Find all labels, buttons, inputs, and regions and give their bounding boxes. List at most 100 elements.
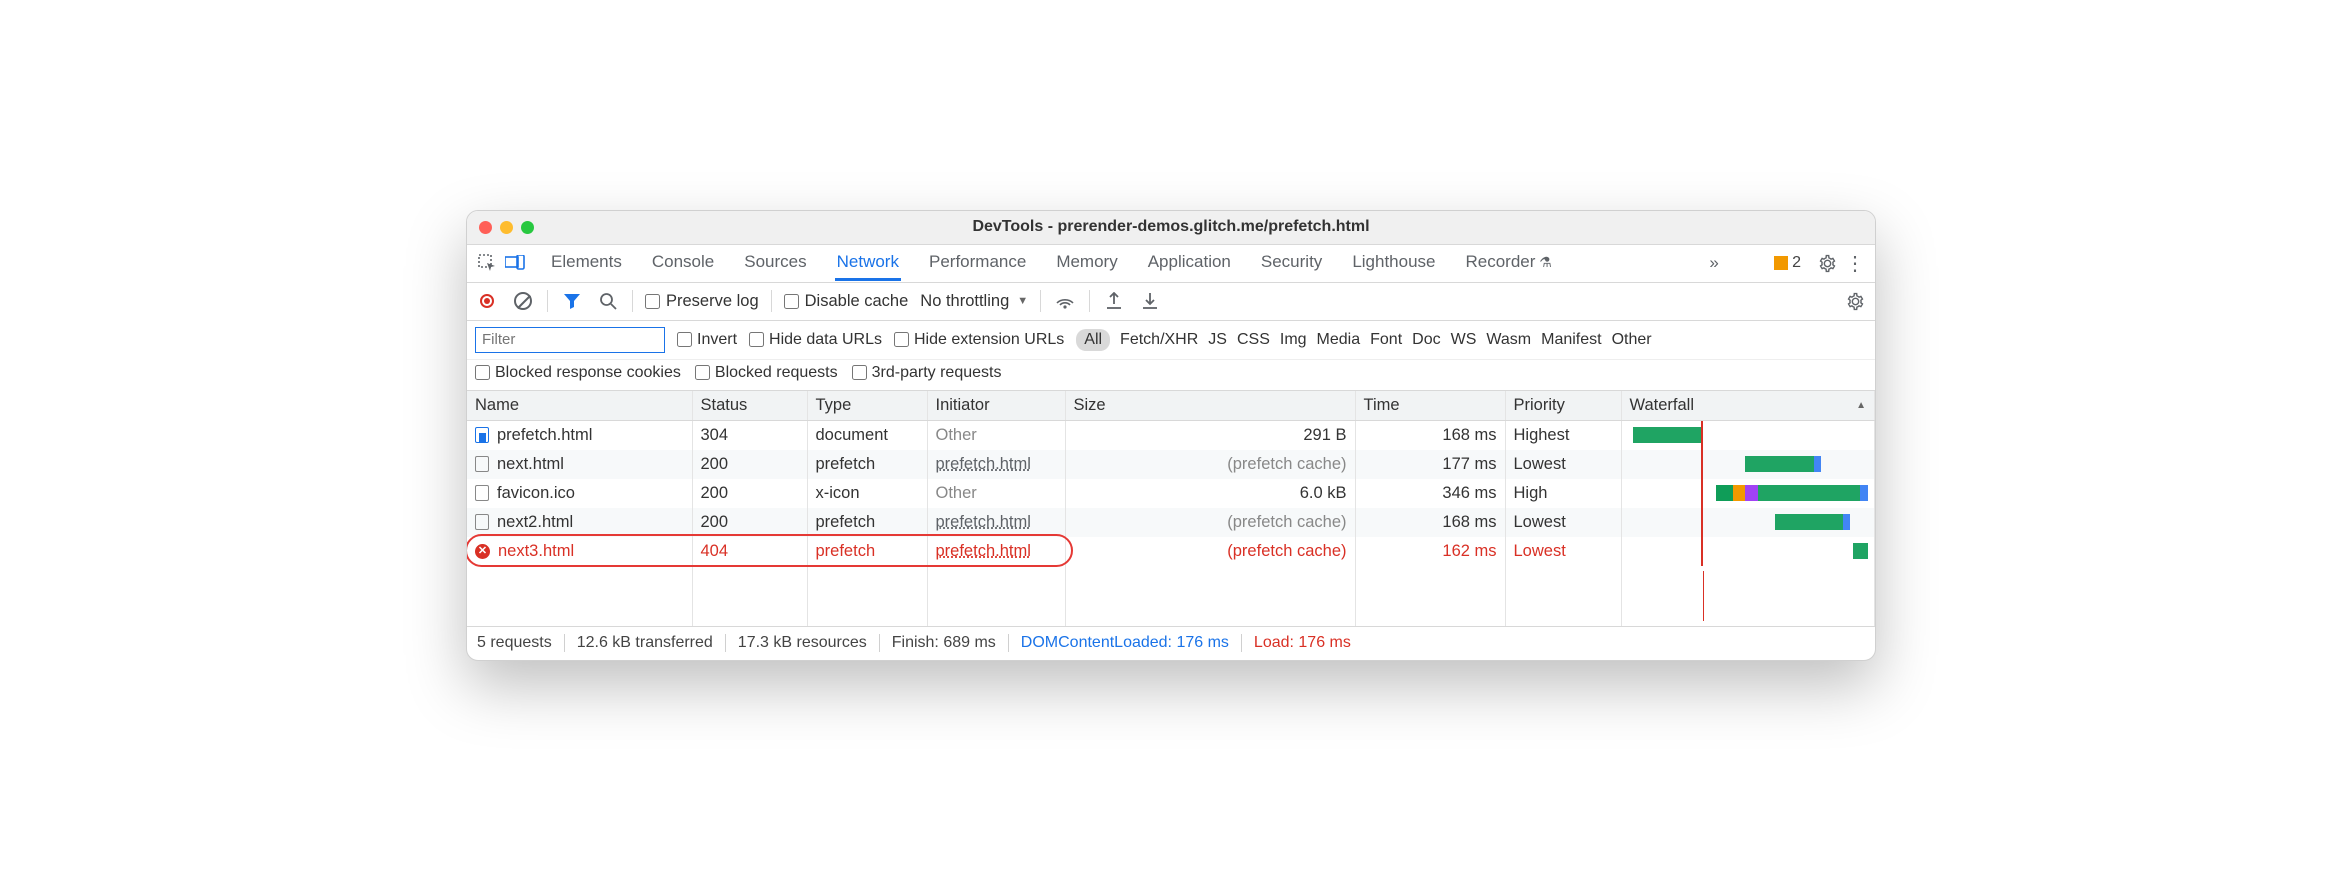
zoom-window-button[interactable] [521, 221, 534, 234]
initiator-text: Other [927, 479, 1065, 508]
waterfall-cell [1626, 537, 1871, 566]
request-size: 6.0 kB [1065, 479, 1355, 508]
request-status: 200 [692, 479, 807, 508]
table-row[interactable]: favicon.ico200x-iconOther6.0 kB346 msHig… [467, 479, 1875, 508]
network-toolbar: Preserve log Disable cache No throttling… [467, 283, 1875, 321]
settings-icon[interactable] [1815, 251, 1839, 275]
panel-tabs-row: Elements Console Sources Network Performance… [467, 245, 1875, 283]
hide-data-label: Hide data URLs [769, 331, 882, 349]
col-waterfall[interactable]: Waterfall [1621, 391, 1875, 421]
invert-label: Invert [697, 331, 737, 349]
device-toolbar-icon[interactable] [503, 251, 527, 275]
type-filter-doc[interactable]: Doc [1412, 331, 1440, 349]
more-tabs-button[interactable]: » [1702, 251, 1726, 275]
type-filter-img[interactable]: Img [1280, 331, 1307, 349]
table-row[interactable]: next2.html200prefetchprefetch.html(prefe… [467, 508, 1875, 537]
request-status: 200 [692, 508, 807, 537]
devtools-window: DevTools - prerender-demos.glitch.me/pre… [466, 210, 1876, 661]
tab-recorder[interactable]: Recorder ⚗ [1464, 245, 1554, 281]
type-filter-js[interactable]: JS [1208, 331, 1227, 349]
type-filter-wasm[interactable]: Wasm [1486, 331, 1531, 349]
file-icon [475, 485, 489, 501]
type-filter-fetchxhr[interactable]: Fetch/XHR [1120, 331, 1198, 349]
type-filter-all[interactable]: All [1076, 329, 1110, 351]
tab-sources[interactable]: Sources [742, 245, 808, 281]
third-party-checkbox[interactable]: 3rd-party requests [852, 364, 1002, 382]
initiator-link[interactable]: prefetch.html [936, 542, 1031, 560]
request-name: next.html [497, 455, 564, 474]
inspect-element-icon[interactable] [475, 251, 499, 275]
filter-toggle-icon[interactable] [560, 289, 584, 313]
col-initiator[interactable]: Initiator [927, 391, 1065, 421]
blocked-cookies-checkbox[interactable]: Blocked response cookies [475, 364, 681, 382]
status-requests: 5 requests [477, 634, 552, 652]
col-type[interactable]: Type [807, 391, 927, 421]
request-time: 346 ms [1355, 479, 1505, 508]
tab-elements[interactable]: Elements [549, 245, 624, 281]
tab-security[interactable]: Security [1259, 245, 1324, 281]
issues-count: 2 [1792, 254, 1801, 272]
kebab-menu-icon[interactable]: ⋮ [1843, 251, 1867, 275]
type-filter-media[interactable]: Media [1317, 331, 1361, 349]
type-filter-font[interactable]: Font [1370, 331, 1402, 349]
minimize-window-button[interactable] [500, 221, 513, 234]
request-name: prefetch.html [497, 426, 592, 445]
initiator-link[interactable]: prefetch.html [936, 513, 1031, 531]
search-icon[interactable] [596, 289, 620, 313]
tab-lighthouse[interactable]: Lighthouse [1350, 245, 1437, 281]
request-priority: Highest [1505, 420, 1621, 450]
initiator-text: Other [927, 420, 1065, 450]
col-status[interactable]: Status [692, 391, 807, 421]
export-har-icon[interactable] [1102, 289, 1126, 313]
tab-application[interactable]: Application [1146, 245, 1233, 281]
col-priority[interactable]: Priority [1505, 391, 1621, 421]
disable-cache-checkbox[interactable]: Disable cache [784, 292, 909, 311]
type-filter-manifest[interactable]: Manifest [1541, 331, 1601, 349]
request-size: (prefetch cache) [1065, 537, 1355, 566]
type-filter-css[interactable]: CSS [1237, 331, 1270, 349]
table-row[interactable]: next.html200prefetchprefetch.html(prefet… [467, 450, 1875, 479]
status-domcontentloaded: DOMContentLoaded: 176 ms [1021, 634, 1229, 652]
disable-cache-label: Disable cache [805, 292, 909, 311]
filter-bar-2: Blocked response cookies Blocked request… [467, 360, 1875, 391]
col-name[interactable]: Name [467, 391, 692, 421]
invert-checkbox[interactable]: Invert [677, 331, 737, 349]
clear-button[interactable] [511, 289, 535, 313]
col-size[interactable]: Size [1065, 391, 1355, 421]
tab-console[interactable]: Console [650, 245, 716, 281]
filter-input[interactable] [475, 327, 665, 353]
tab-memory[interactable]: Memory [1054, 245, 1119, 281]
request-type: prefetch [807, 537, 927, 566]
status-load: Load: 176 ms [1254, 634, 1351, 652]
waterfall-cell [1626, 421, 1871, 450]
preserve-log-checkbox[interactable]: Preserve log [645, 292, 759, 311]
issues-badge[interactable]: 2 [1774, 254, 1801, 272]
col-time[interactable]: Time [1355, 391, 1505, 421]
table-row[interactable]: prefetch.html304documentOther291 B168 ms… [467, 420, 1875, 450]
tab-network[interactable]: Network [835, 245, 901, 281]
tab-performance[interactable]: Performance [927, 245, 1028, 281]
network-conditions-icon[interactable] [1053, 289, 1077, 313]
request-name: next2.html [497, 513, 573, 532]
close-window-button[interactable] [479, 221, 492, 234]
request-time: 162 ms [1355, 537, 1505, 566]
type-filter-other[interactable]: Other [1612, 331, 1652, 349]
throttling-value: No throttling [920, 292, 1009, 311]
throttling-select[interactable]: No throttling ▼ [920, 292, 1028, 311]
request-type: x-icon [807, 479, 927, 508]
table-row[interactable]: ✕next3.html404prefetchprefetch.html(pref… [467, 537, 1875, 566]
network-settings-icon[interactable] [1843, 289, 1867, 313]
initiator-link[interactable]: prefetch.html [936, 455, 1031, 473]
divider [771, 290, 772, 312]
request-status: 200 [692, 450, 807, 479]
type-filter-ws[interactable]: WS [1451, 331, 1477, 349]
hide-extension-urls-checkbox[interactable]: Hide extension URLs [894, 331, 1064, 349]
request-type: document [807, 420, 927, 450]
hide-data-urls-checkbox[interactable]: Hide data URLs [749, 331, 882, 349]
network-table: Name Status Type Initiator Size Time Pri… [467, 391, 1875, 626]
blocked-requests-checkbox[interactable]: Blocked requests [695, 364, 838, 382]
table-empty-space [467, 566, 1875, 626]
import-har-icon[interactable] [1138, 289, 1162, 313]
file-icon [475, 514, 489, 530]
record-button[interactable] [475, 289, 499, 313]
